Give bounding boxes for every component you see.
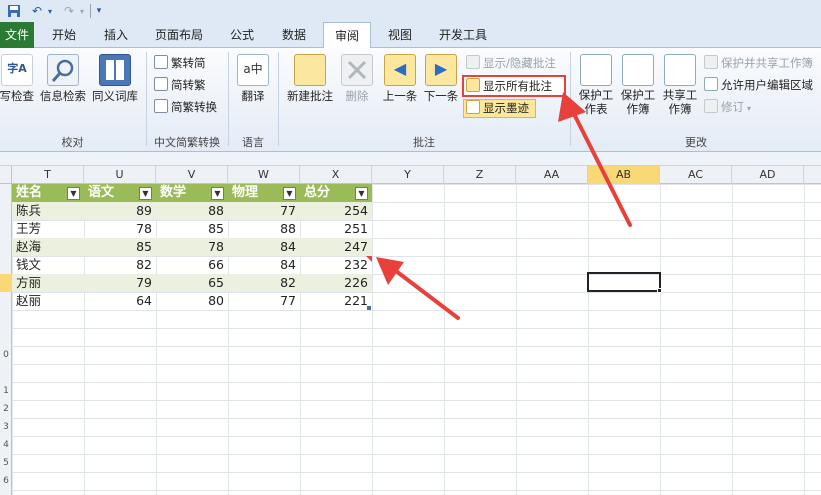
arrow-to-show-all-comments: [558, 92, 632, 227]
arrow-to-comment-indicator: [376, 257, 460, 320]
annotation-arrows: [376, 92, 632, 320]
